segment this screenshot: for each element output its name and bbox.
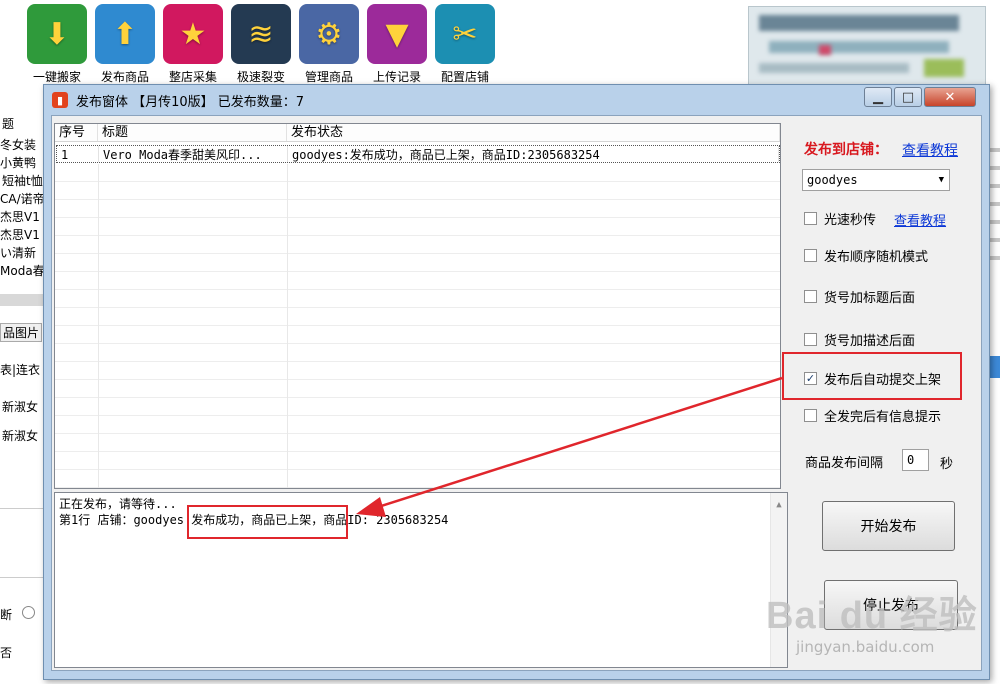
watermark-logo: Bai du 经验 bbox=[766, 595, 978, 637]
watermark-url: jingyan.baidu.com bbox=[796, 638, 935, 656]
annotation-arrow bbox=[356, 376, 783, 517]
